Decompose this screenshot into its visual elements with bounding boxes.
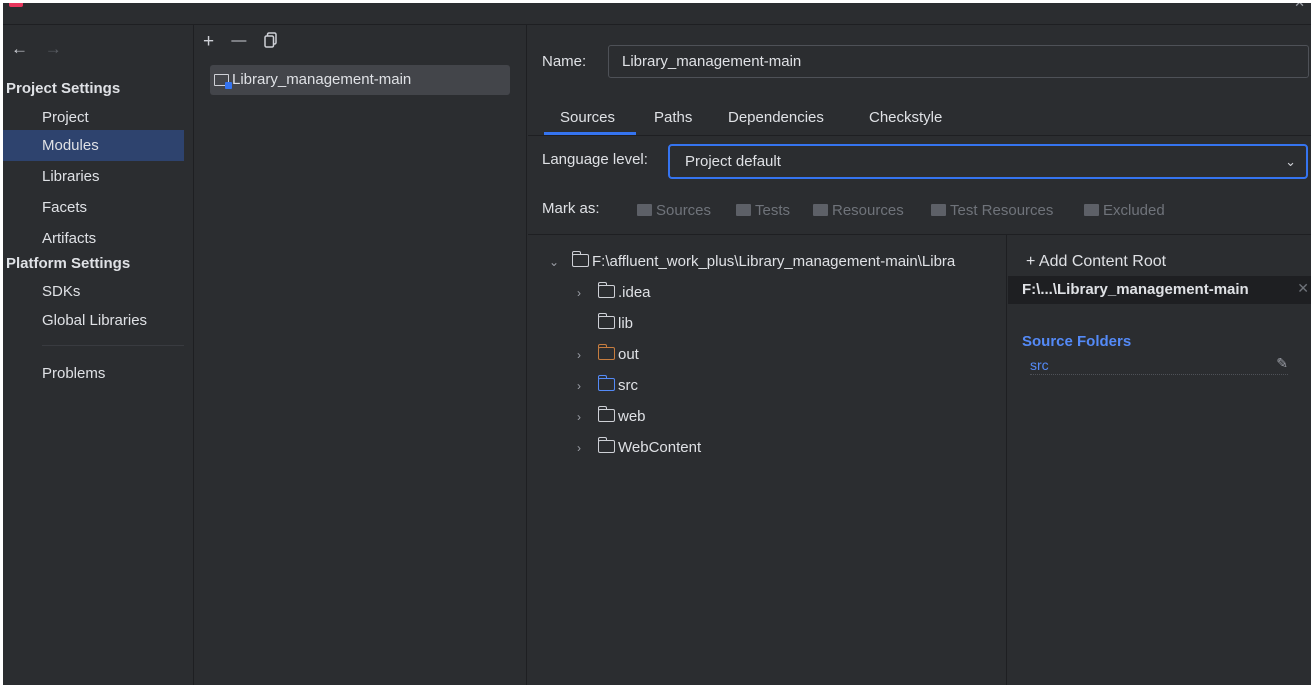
navigation-arrows: ← → <box>11 39 62 59</box>
sidebar-item-global-libraries[interactable]: Global Libraries <box>3 305 184 336</box>
sidebar-item-facets[interactable]: Facets <box>3 192 184 223</box>
settings-sidebar: ← → Project Settings Project Modules Lib… <box>3 25 194 685</box>
add-module-icon[interactable]: + <box>203 31 214 53</box>
chevron-down-icon[interactable]: ⌄ <box>548 250 560 274</box>
modules-toolbar: + — <box>203 31 290 53</box>
mark-resources-button[interactable]: Resources <box>813 202 904 219</box>
tree-row-out[interactable]: › out <box>573 343 639 367</box>
mark-sources-label: Sources <box>656 202 712 219</box>
tab-dependencies[interactable]: Dependencies <box>728 103 824 135</box>
source-folders-header: Source Folders <box>1022 333 1132 350</box>
app-logo-icon <box>9 3 23 7</box>
tree-row-src[interactable]: › src <box>573 374 638 398</box>
sidebar-item-libraries[interactable]: Libraries <box>3 161 184 192</box>
tree-root-row[interactable]: ⌄ F:\affluent_work_plus\Library_manageme… <box>548 250 955 274</box>
module-name-field[interactable]: Library_management-main <box>608 45 1309 78</box>
folder-icon <box>597 437 615 453</box>
sidebar-item-artifacts[interactable]: Artifacts <box>3 223 184 254</box>
folder-icon <box>813 204 828 216</box>
chevron-right-icon[interactable]: › <box>573 436 585 460</box>
copy-module-icon[interactable] <box>263 31 278 53</box>
source-folder-name: src <box>1030 357 1049 373</box>
back-arrow-icon[interactable]: ← <box>11 39 28 58</box>
module-icon <box>214 74 232 89</box>
tab-sources[interactable]: Sources <box>544 103 636 135</box>
module-details: Name: Library_management-main Sources Pa… <box>528 25 1311 685</box>
mark-test-resources-button[interactable]: Test Resources <box>931 202 1053 219</box>
language-level-row: Language level: Project default ⌄ <box>528 136 1311 182</box>
tree-item-label: WebContent <box>618 439 702 456</box>
mark-resources-label: Resources <box>832 202 904 219</box>
content-root-path: F:\...\Library_management-main <box>1022 281 1249 298</box>
sidebar-item-sdks[interactable]: SDKs <box>3 276 184 307</box>
tree-root-path: F:\affluent_work_plus\Library_management… <box>592 253 956 270</box>
mark-excluded-button[interactable]: Excluded <box>1084 202 1165 219</box>
content-root-header: F:\...\Library_management-main ✕ <box>1008 276 1311 304</box>
folder-icon <box>637 204 652 216</box>
chevron-right-icon[interactable]: › <box>573 281 585 305</box>
close-icon[interactable]: ✕ <box>1294 3 1305 11</box>
chevron-right-icon[interactable]: › <box>573 343 585 367</box>
folder-icon <box>1084 204 1099 216</box>
language-level-label: Language level: <box>542 151 648 168</box>
tree-item-label: .idea <box>618 284 651 301</box>
folder-icon <box>597 313 615 329</box>
project-settings-header: Project Settings <box>6 80 121 97</box>
folder-icon <box>931 204 946 216</box>
folder-icon <box>597 282 615 298</box>
source-folder-icon <box>597 375 615 391</box>
tree-item-label: out <box>618 346 639 363</box>
tab-checkstyle[interactable]: Checkstyle <box>869 103 942 135</box>
content-root-tree: ⌄ F:\affluent_work_plus\Library_manageme… <box>528 235 1007 685</box>
chevron-down-icon: ⌄ <box>1285 154 1296 169</box>
language-level-value: Project default <box>685 153 781 170</box>
tree-item-label: web <box>618 408 646 425</box>
tree-row-webcontent[interactable]: › WebContent <box>573 436 701 460</box>
remove-module-icon[interactable]: — <box>231 32 246 49</box>
folder-icon <box>736 204 751 216</box>
modules-panel: + — Library_management-main <box>195 25 527 685</box>
folder-icon <box>597 406 615 422</box>
excluded-folder-icon <box>597 344 615 360</box>
add-content-root-button[interactable]: + Add Content Root <box>1026 253 1166 271</box>
platform-settings-header: Platform Settings <box>6 255 131 272</box>
tree-item-label: lib <box>618 315 634 332</box>
mark-test-resources-label: Test Resources <box>950 202 1054 219</box>
sidebar-item-modules[interactable]: Modules <box>3 130 184 161</box>
tree-row-idea[interactable]: › .idea <box>573 281 651 305</box>
sidebar-item-problems[interactable]: Problems <box>3 358 184 389</box>
name-label: Name: <box>542 53 587 70</box>
chevron-right-icon[interactable]: › <box>573 405 585 429</box>
project-structure-window: ✕ ← → Project Settings Project Modules L… <box>3 3 1311 685</box>
mark-as-label: Mark as: <box>542 200 600 217</box>
mark-excluded-label: Excluded <box>1103 202 1165 219</box>
mark-tests-button[interactable]: Tests <box>736 202 790 219</box>
language-level-dropdown[interactable]: Project default ⌄ <box>668 144 1308 179</box>
tab-paths[interactable]: Paths <box>654 103 692 135</box>
tree-row-web[interactable]: › web <box>573 405 646 429</box>
source-folder-row[interactable]: src ✎ <box>1030 355 1288 375</box>
tree-item-label: src <box>618 377 638 394</box>
content-roots-panel: + Add Content Root F:\...\Library_manage… <box>1008 235 1311 685</box>
module-list-item[interactable]: Library_management-main <box>210 65 510 95</box>
forward-arrow-icon[interactable]: → <box>45 39 62 58</box>
mark-tests-label: Tests <box>755 202 791 219</box>
tree-row-lib[interactable]: lib <box>573 312 633 336</box>
chevron-right-icon[interactable]: › <box>573 374 585 398</box>
remove-root-icon[interactable]: ✕ <box>1297 280 1309 297</box>
sidebar-divider <box>42 345 184 346</box>
folder-icon <box>571 251 589 267</box>
sidebar-item-project[interactable]: Project <box>3 102 184 133</box>
edit-pencil-icon[interactable]: ✎ <box>1276 355 1288 372</box>
module-name: Library_management-main <box>232 71 412 88</box>
mark-sources-button[interactable]: Sources <box>637 202 711 219</box>
title-bar: ✕ <box>3 3 1311 25</box>
